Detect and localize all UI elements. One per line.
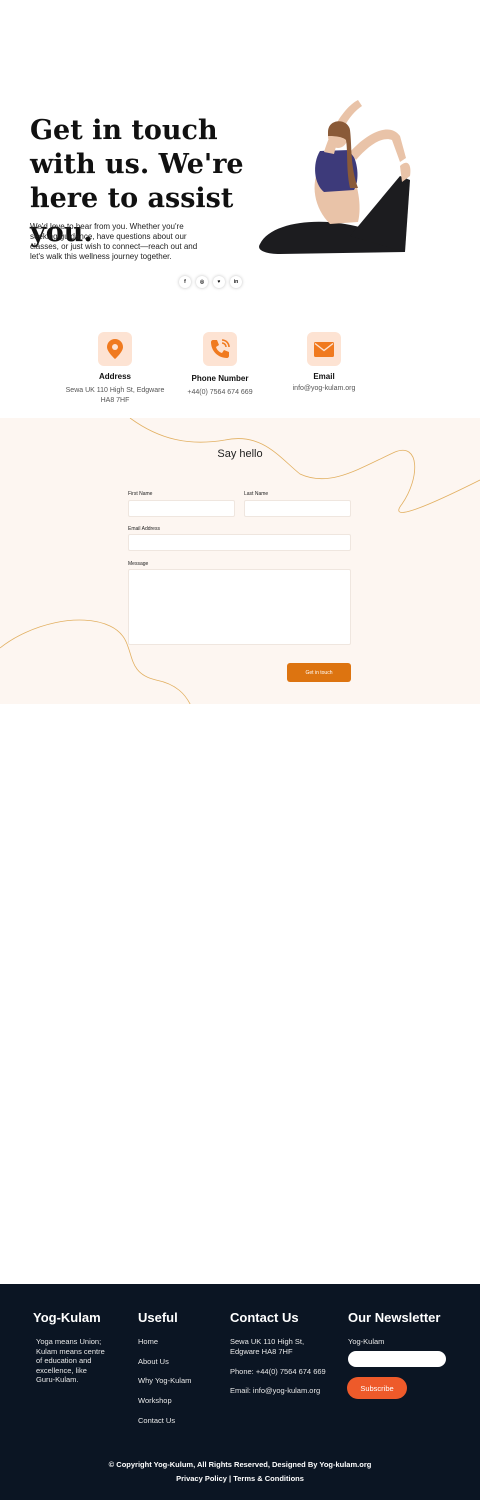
footer-contact-email: Email: info@yog-kulam.org: [230, 1386, 321, 1395]
footer-brand-text: Yoga means Union; Kulam means centre of …: [36, 1337, 105, 1384]
subscribe-button[interactable]: Subscribe: [347, 1377, 407, 1399]
social-links: f ◎ ♥ in: [179, 276, 242, 288]
footer: Yog-Kulam Yoga means Union; Kulam means …: [0, 1284, 480, 1500]
location-pin-icon: [98, 332, 132, 366]
hero-description: We'd love to hear from you. Whether you'…: [30, 222, 198, 261]
instagram-icon[interactable]: ◎: [196, 276, 208, 288]
footer-brand-title: Yog-Kulam: [33, 1310, 101, 1325]
footer-link-home[interactable]: Home: [138, 1337, 158, 1346]
linkedin-icon[interactable]: in: [230, 276, 242, 288]
newsletter-label: Yog-Kulam: [348, 1337, 385, 1346]
footer-link-contact[interactable]: Contact Us: [138, 1416, 175, 1425]
first-name-label: First Name: [128, 491, 153, 497]
email-title: Email: [313, 372, 335, 381]
footer-contact-address: Sewa UK 110 High St, Edgware HA8 7HF: [230, 1337, 305, 1356]
last-name-label: Last Name: [244, 491, 269, 497]
hero-section: Get in touch with us. We're here to assi…: [0, 0, 480, 300]
yoga-woman-image: [259, 100, 411, 254]
envelope-icon: [307, 332, 341, 366]
phone-card: Phone Number +44(0) 7564 674 669: [165, 332, 275, 398]
email-input[interactable]: [128, 534, 351, 551]
email-card: Email info@yog-kulam.org: [269, 332, 379, 394]
copyright-text: © Copyright Yog-Kulum, All Rights Reserv…: [108, 1460, 372, 1469]
footer-useful-title: Useful: [138, 1310, 178, 1325]
contact-form-section: Say hello First Name Last Name Email Add…: [0, 418, 480, 704]
address-title: Address: [98, 372, 131, 381]
address-text: Sewa UK 110 High St, Edgware HA8 7HF: [65, 387, 165, 404]
twitter-icon[interactable]: ♥: [213, 276, 225, 288]
first-name-input[interactable]: [128, 500, 235, 517]
legal-links[interactable]: Privacy Policy | Terms & Conditions: [0, 1474, 480, 1483]
footer-contact-phone: Phone: +44(0) 7564 674 669: [230, 1367, 326, 1376]
message-textarea[interactable]: [128, 569, 351, 645]
email-text: info@yog-kulam.org: [292, 385, 356, 392]
footer-newsletter-title: Our Newsletter: [348, 1310, 441, 1325]
footer-link-workshop[interactable]: Workshop: [138, 1396, 172, 1405]
last-name-input[interactable]: [244, 500, 351, 517]
address-card: Address Sewa UK 110 High St, Edgware HA8…: [60, 332, 170, 406]
get-in-touch-button[interactable]: Get in touch: [287, 663, 351, 682]
phone-icon: [203, 332, 237, 366]
phone-text: +44(0) 7564 674 669: [187, 389, 253, 396]
facebook-icon[interactable]: f: [179, 276, 191, 288]
form-title: Say hello: [217, 448, 263, 460]
decorative-curves: [0, 418, 480, 704]
email-label: Email Address: [128, 526, 160, 532]
footer-link-why[interactable]: Why Yog-Kulam: [138, 1376, 191, 1385]
message-label: Message: [128, 561, 149, 567]
phone-title: Phone Number: [191, 374, 249, 383]
footer-link-about[interactable]: About Us: [138, 1357, 169, 1366]
footer-contact-title: Contact Us: [230, 1310, 299, 1325]
newsletter-email-input[interactable]: [348, 1351, 446, 1367]
